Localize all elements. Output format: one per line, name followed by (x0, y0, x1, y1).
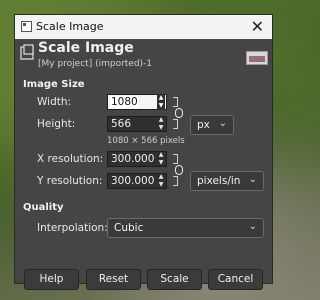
window-title: Scale Image (36, 20, 104, 33)
chain-link-icon (175, 165, 183, 175)
image-name: [My project] (imported)-1 (38, 59, 153, 69)
y-resolution-stepper[interactable]: ▲ ▼ (157, 173, 165, 189)
chevron-down-icon: ⌄ (218, 118, 227, 129)
cancel-button[interactable]: Cancel (208, 269, 263, 290)
width-label: Width: (37, 96, 72, 108)
size-unit-select[interactable]: px ⌄ (190, 115, 234, 135)
chain-link-icon (175, 108, 183, 118)
x-resolution-stepper[interactable]: ▲ ▼ (157, 151, 165, 167)
height-input[interactable]: 566 ▲ ▼ (107, 116, 167, 132)
chevron-down-icon: ⌄ (248, 174, 257, 185)
dialog-heading: Scale Image (38, 40, 134, 56)
image-thumbnail (246, 51, 268, 65)
x-resolution-label: X resolution: (37, 153, 104, 165)
quality-section-title: Quality (23, 202, 64, 213)
scale-button[interactable]: Scale (147, 269, 202, 290)
x-resolution-input[interactable]: 300.000 ▲ ▼ (107, 151, 167, 167)
width-input[interactable]: 1080 ▲ ▼ (107, 94, 167, 110)
height-stepper[interactable]: ▲ ▼ (157, 116, 165, 132)
height-label: Height: (37, 118, 76, 130)
interpolation-select[interactable]: Cubic ⌄ (107, 218, 264, 238)
image-size-section-title: Image Size (23, 79, 85, 90)
help-button[interactable]: Help (24, 269, 79, 290)
gimp-app-icon (21, 21, 32, 32)
size-chain-button[interactable] (173, 97, 183, 129)
resolution-chain-button[interactable] (173, 154, 183, 186)
y-resolution-label: Y resolution: (37, 175, 103, 187)
scale-image-icon (20, 44, 34, 60)
close-icon[interactable]: ✕ (251, 17, 264, 36)
reset-button[interactable]: Reset (86, 269, 141, 290)
interpolation-label: Interpolation: (37, 222, 108, 234)
chevron-down-icon: ⌄ (248, 221, 257, 232)
width-stepper[interactable]: ▲ ▼ (157, 94, 165, 110)
y-resolution-input[interactable]: 300.000 ▲ ▼ (107, 173, 167, 189)
title-bar: Scale Image ✕ (15, 15, 272, 39)
size-info: 1080 × 566 pixels (107, 136, 185, 146)
scale-image-dialog: Scale Image ✕ Scale Image [My project] (… (14, 14, 273, 290)
resolution-unit-select[interactable]: pixels/in ⌄ (190, 171, 264, 191)
